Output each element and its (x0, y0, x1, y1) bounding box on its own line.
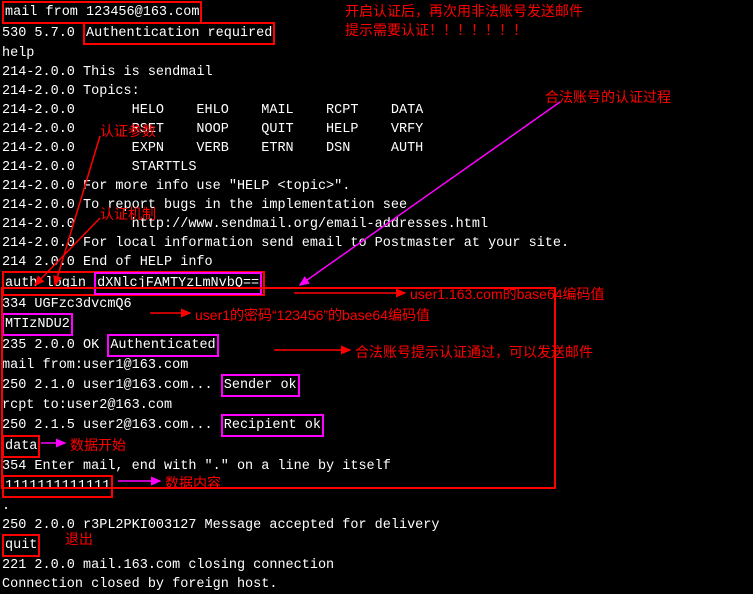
annot-auth-mech: 认证机制 (100, 205, 156, 224)
terminal-line: help (2, 44, 751, 63)
annot-data-start: 数据开始 (70, 436, 126, 455)
annot-base64-pass: user1的密码“123456”的base64编码值 (195, 306, 430, 325)
resp-235: 235 2.0.0 OK (2, 338, 107, 353)
auth-required-msg: Authentication required (83, 22, 275, 45)
recipient-ok-msg: Recipient ok (221, 414, 324, 437)
terminal-line: rcpt to:user2@163.com (2, 396, 751, 415)
terminal-line: 214-2.0.0 This is sendmail (2, 63, 751, 82)
terminal-line: 214-2.0.0 For local information send ema… (2, 234, 751, 253)
resp-250-sender: 250 2.1.0 user1@163.com... (2, 378, 221, 393)
annot-data-content: 数据内容 (165, 474, 221, 493)
resp-250-rcpt: 250 2.1.5 user2@163.com... (2, 418, 221, 433)
annot-quit: 退出 (65, 530, 93, 549)
data-cmd: data (2, 435, 40, 458)
terminal-line: . (2, 497, 751, 516)
cmd-mail-from-illegal: mail from 123456@163.com (2, 1, 202, 24)
annot-auth-process: 合法账号的认证过程 (545, 88, 671, 107)
base64-password: MTIzNDU2 (2, 313, 73, 336)
mail-body: 1111111111111 (2, 475, 113, 498)
terminal-line: Connection closed by foreign host. (2, 575, 751, 594)
terminal-line: 214 2.0.0 End of HELP info (2, 253, 751, 272)
authenticated-msg: Authenticated (107, 334, 218, 357)
terminal-line: auth login dXNlcjFAMTYzLmNvbQ== (2, 272, 751, 295)
terminal-line: 250 2.1.5 user2@163.com... Recipient ok (2, 415, 751, 436)
annot-auth-param: 认证参数 (100, 122, 156, 141)
annot-base64-user: user1.163.com的base64编码值 (410, 285, 605, 304)
terminal-line: 250 2.0.0 r3PL2PKI003127 Message accepte… (2, 516, 751, 535)
annot-illegal-account: 开启认证后，再次用非法账号发送邮件 (345, 2, 583, 21)
terminal-line: 250 2.1.0 user1@163.com... Sender ok (2, 375, 751, 396)
base64-user: dXNlcjFAMTYzLmNvbQ== (94, 272, 262, 295)
terminal-line: 214-2.0.0 For more info use "HELP <topic… (2, 177, 751, 196)
terminal-line: 214-2.0.0 STARTTLS (2, 158, 751, 177)
terminal-line: 214-2.0.0 EXPN VERB ETRN DSN AUTH (2, 139, 751, 158)
resp-530: 530 5.7.0 (2, 26, 83, 41)
annot-auth-pass: 合法账号提示认证通过，可以发送邮件 (355, 343, 593, 362)
annot-need-auth: 提示需要认证！！！！！！！ (345, 21, 527, 40)
sender-ok-msg: Sender ok (221, 374, 300, 397)
terminal-line: 1111111111111 (2, 476, 751, 497)
terminal-line: 221 2.0.0 mail.163.com closing connectio… (2, 556, 751, 575)
auth-login-cmd: auth login dXNlcjFAMTYzLmNvbQ== (2, 271, 265, 296)
auth-login-text: auth login (5, 276, 86, 291)
terminal-line: 354 Enter mail, end with "." on a line b… (2, 457, 751, 476)
